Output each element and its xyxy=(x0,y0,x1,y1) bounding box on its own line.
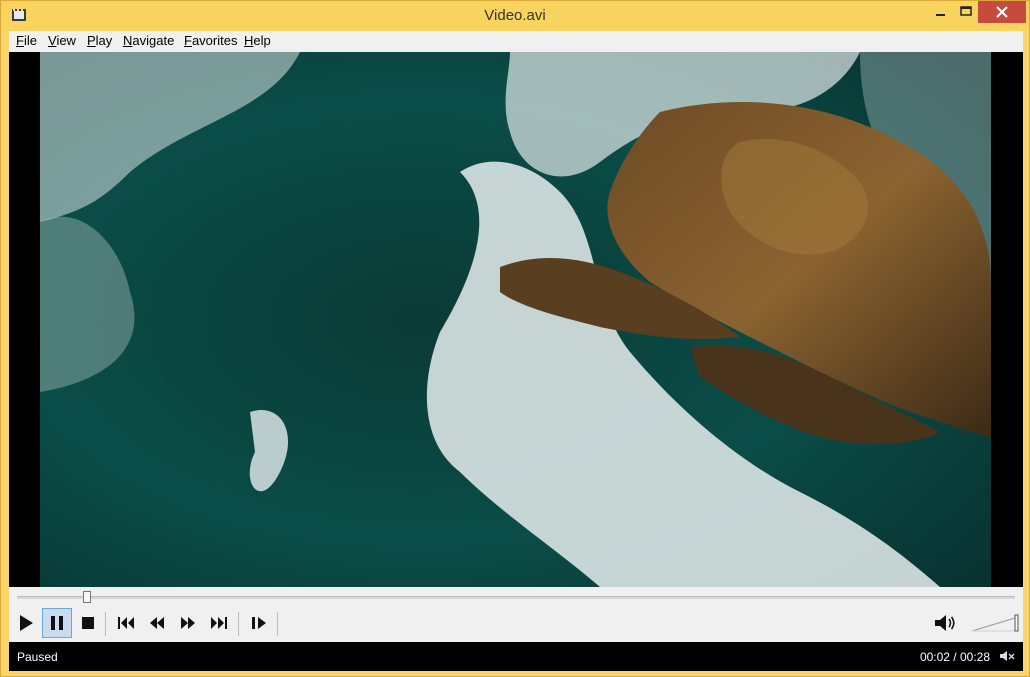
video-area[interactable] xyxy=(9,52,1023,587)
mute-icon[interactable] xyxy=(999,649,1015,663)
separator xyxy=(238,612,239,636)
seek-bar[interactable] xyxy=(17,596,1015,599)
status-bar: Paused 00:02 / 00:28 xyxy=(9,642,1023,671)
rewind-button[interactable] xyxy=(142,608,172,638)
time-readout: 00:02 / 00:28 xyxy=(919,650,990,664)
menu-navigate[interactable]: Navigate xyxy=(123,33,174,48)
previous-button[interactable] xyxy=(111,608,141,638)
player-window: Video.avi File View Play Navigate Favori… xyxy=(0,0,1030,677)
frame-step-icon xyxy=(252,617,266,629)
fast-forward-icon xyxy=(181,617,195,629)
maximize-button[interactable] xyxy=(951,1,981,23)
volume-icon xyxy=(935,615,955,631)
playback-controls xyxy=(9,587,1023,642)
menu-help[interactable]: Help xyxy=(244,33,271,48)
menu-file[interactable]: File xyxy=(16,33,37,48)
menu-favorites[interactable]: Favorites xyxy=(184,33,237,48)
next-button[interactable] xyxy=(204,608,234,638)
playback-status: Paused xyxy=(17,650,58,664)
pause-button[interactable] xyxy=(42,608,72,638)
fast-forward-button[interactable] xyxy=(173,608,203,638)
frame-step-button[interactable] xyxy=(244,608,274,638)
window-title: Video.avi xyxy=(484,7,546,24)
close-button[interactable] xyxy=(978,1,1026,23)
volume-button[interactable] xyxy=(933,611,959,635)
stop-button[interactable] xyxy=(73,608,103,638)
close-icon xyxy=(996,6,1008,18)
separator xyxy=(277,612,278,636)
separator xyxy=(105,612,106,636)
play-icon xyxy=(20,615,33,631)
pause-icon xyxy=(51,616,63,630)
title-bar: Video.avi xyxy=(1,1,1029,31)
rewind-icon xyxy=(150,617,164,629)
menu-play[interactable]: Play xyxy=(87,33,112,48)
seek-thumb[interactable] xyxy=(82,591,91,603)
stop-icon xyxy=(82,617,94,629)
next-icon xyxy=(211,617,227,629)
previous-icon xyxy=(118,617,134,629)
menu-bar: File View Play Navigate Favorites Help xyxy=(9,31,1023,52)
menu-view[interactable]: View xyxy=(48,33,76,48)
video-frame xyxy=(40,52,991,587)
play-button[interactable] xyxy=(11,608,41,638)
volume-slider[interactable] xyxy=(971,612,1019,632)
maximize-icon xyxy=(960,6,972,16)
